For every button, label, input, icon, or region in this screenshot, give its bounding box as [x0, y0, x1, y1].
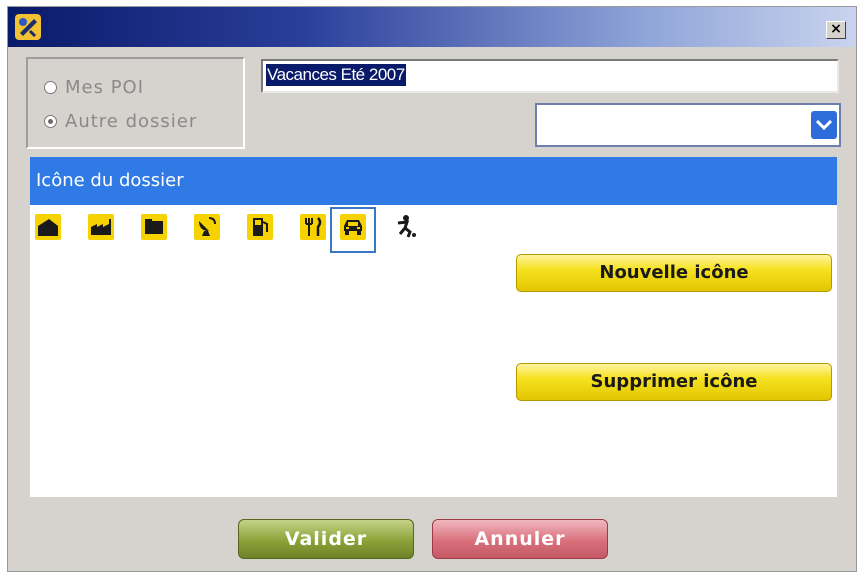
satellite-dish-icon[interactable]: [194, 214, 220, 240]
running-person-icon[interactable]: [393, 214, 419, 240]
hangar-icon[interactable]: [35, 214, 61, 240]
radio-button-mes-poi[interactable]: [44, 80, 57, 94]
delete-icon-button[interactable]: Supprimer icône: [516, 363, 832, 401]
satellite-icon: [14, 13, 42, 41]
cancel-button[interactable]: Annuler: [432, 519, 608, 559]
validate-button[interactable]: Valider: [238, 519, 414, 559]
chevron-down-icon: [816, 120, 832, 130]
icon-panel-header: Icône du dossier: [30, 157, 837, 205]
new-icon-button[interactable]: Nouvelle icône: [516, 254, 832, 292]
folder-select[interactable]: [535, 103, 841, 147]
dropdown-button[interactable]: [811, 111, 837, 139]
close-icon: ×: [830, 21, 842, 37]
radio-button-autre-dossier[interactable]: [44, 114, 57, 128]
folder-name-input[interactable]: Vacances Eté 2007: [261, 59, 839, 93]
radio-autre-dossier[interactable]: Autre dossier: [44, 109, 197, 133]
car-icon[interactable]: [340, 214, 366, 240]
icon-panel-title: Icône du dossier: [36, 170, 184, 191]
radio-label-mes-poi: Mes POI: [65, 76, 145, 98]
icon-panel: Icône du dossier: [30, 157, 837, 497]
radio-mes-poi[interactable]: Mes POI: [44, 75, 144, 99]
poi-folder-dialog: × Mes POI Autre dossier Vacances Eté 200…: [7, 6, 857, 572]
folder-name-value: Vacances Eté 2007: [266, 64, 406, 86]
close-button[interactable]: ×: [826, 21, 846, 39]
title-bar[interactable]: ×: [8, 7, 856, 47]
factory-icon[interactable]: [88, 214, 114, 240]
folder-icon[interactable]: [141, 214, 167, 240]
fuel-pump-icon[interactable]: [247, 214, 273, 240]
radio-label-autre-dossier: Autre dossier: [65, 110, 198, 132]
restaurant-icon[interactable]: [300, 214, 326, 240]
location-radio-group: Mes POI Autre dossier: [26, 57, 245, 149]
